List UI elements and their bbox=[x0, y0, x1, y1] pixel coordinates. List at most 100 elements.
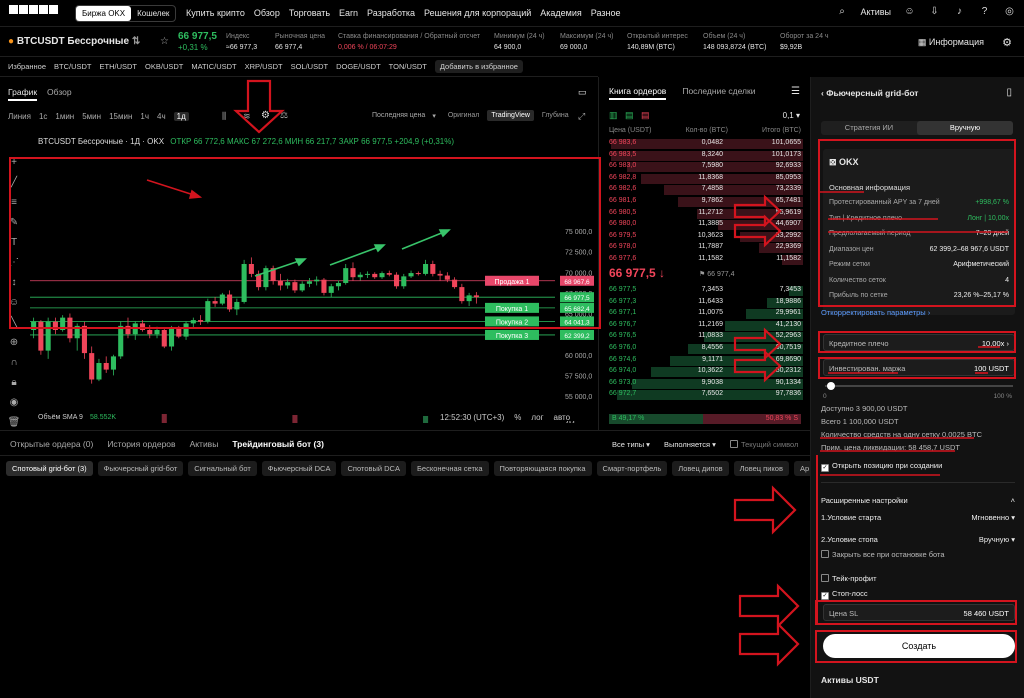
help-icon[interactable]: ? bbox=[978, 5, 991, 18]
bot-type-pill[interactable]: Фьючерсный DCA bbox=[261, 461, 337, 476]
nav-menu-item[interactable]: Разработка bbox=[367, 8, 415, 18]
scale-option[interactable]: % bbox=[514, 413, 521, 422]
bid-row[interactable]: 66 976,7 11,2169 41,2130 bbox=[599, 320, 811, 332]
exchange-wallet-switch[interactable]: Биржа OKX Кошелек bbox=[75, 5, 177, 22]
indicators-icon[interactable]: ≋ bbox=[243, 111, 251, 122]
bid-row[interactable]: 66 972,7 7,6502 97,7836 bbox=[599, 389, 811, 401]
ask-row[interactable]: 66 978,0 11,7887 22,9369 bbox=[599, 242, 811, 254]
tab-chart[interactable]: График bbox=[8, 87, 38, 101]
ask-row[interactable]: 66 980,0 11,3885 44,6907 bbox=[599, 219, 811, 231]
tab-open-orders[interactable]: Открытые ордера (0) bbox=[10, 439, 93, 449]
bot-type-pill[interactable]: Спотовый DCA bbox=[341, 461, 406, 476]
nav-menu-item[interactable]: Торговать bbox=[289, 8, 330, 18]
ask-row[interactable]: 66 982,8 11,8368 85,0953 bbox=[599, 173, 811, 185]
favorite-pair[interactable]: TON/USDT bbox=[389, 60, 435, 73]
nav-menu-item[interactable]: Разное bbox=[591, 8, 621, 18]
fullscreen-icon[interactable]: ▭ bbox=[578, 87, 587, 98]
tab-order-book[interactable]: Книга ордеров bbox=[609, 86, 667, 100]
close-all-checkbox[interactable]: Закрыть все при остановке бота bbox=[821, 550, 945, 559]
open-position-checkbox[interactable]: ✓ Открыть позицию при создании bbox=[821, 461, 942, 472]
chart-settings-icon[interactable]: ⚙ bbox=[261, 110, 270, 121]
timeframe-option[interactable]: 1д bbox=[173, 112, 189, 121]
view-asks-icon[interactable]: ▤ bbox=[641, 110, 650, 121]
bot-type-pill[interactable]: Спотовый grid-бот (3) bbox=[6, 461, 93, 476]
tab-assets[interactable]: Активы bbox=[190, 439, 219, 449]
bid-row[interactable]: 66 976,0 8,4556 60,7519 bbox=[599, 343, 811, 355]
add-favorite-button[interactable]: Добавить в избранное bbox=[434, 60, 523, 73]
favorite-pair[interactable]: OKB/USDT bbox=[145, 60, 191, 73]
advanced-settings-toggle[interactable]: Расширенные настройки ˄ bbox=[821, 496, 1015, 505]
search-icon[interactable]: ⌕ bbox=[836, 5, 849, 18]
ask-row[interactable]: 66 983,5 8,3240 101,0173 bbox=[599, 150, 811, 162]
instrument-selector[interactable]: ● BTCUSDT Бессрочные ⇅ bbox=[8, 36, 140, 47]
bid-row[interactable]: 66 977,3 11,6433 18,9886 bbox=[599, 297, 811, 309]
timeframe-option[interactable]: 1с bbox=[39, 112, 47, 121]
nav-menu-item[interactable]: Обзор bbox=[254, 8, 280, 18]
info-button[interactable]: ▦ Информация bbox=[918, 37, 984, 48]
ask-row[interactable]: 66 983,0 7,5980 92,6933 bbox=[599, 161, 811, 173]
take-profit-checkbox[interactable]: Тейк-профит bbox=[821, 574, 877, 583]
tab-recent-trades[interactable]: Последние сделки bbox=[682, 86, 755, 100]
assets-menu[interactable]: Активы bbox=[861, 7, 891, 17]
filter-all-types[interactable]: Все типы ▾ bbox=[612, 440, 650, 449]
timeframe-option[interactable]: 15мин bbox=[109, 112, 132, 121]
mode-ai-strategy[interactable]: Стратегия ИИ bbox=[821, 121, 917, 135]
view-bids-icon[interactable]: ▤ bbox=[625, 110, 634, 121]
guide-book-icon[interactable]: ▯ bbox=[1006, 87, 1012, 98]
scale-option[interactable]: авто bbox=[554, 413, 571, 422]
tab-overview[interactable]: Обзор bbox=[47, 87, 72, 101]
bot-type-pill[interactable]: Смарт-портфель bbox=[596, 461, 668, 476]
slider-knob[interactable] bbox=[826, 382, 835, 390]
nav-menu-item[interactable]: Решения для корпораций bbox=[424, 8, 531, 18]
wallet-tab[interactable]: Кошелек bbox=[131, 6, 175, 21]
timeframe-option[interactable]: 1мин bbox=[55, 112, 74, 121]
settings-sliders-icon[interactable]: ☰ bbox=[791, 86, 800, 97]
scale-icon[interactable]: ⚖ bbox=[280, 110, 288, 121]
tab-trading-bot[interactable]: Трейдинговый бот (3) bbox=[232, 439, 324, 449]
precision-select[interactable]: 0,1 ▾ bbox=[783, 111, 800, 120]
stop-loss-checkbox[interactable]: ✓ Стоп-лосс bbox=[821, 589, 868, 600]
bot-type-pill[interactable]: Ловец дипов bbox=[672, 461, 729, 476]
bot-type-pill[interactable]: Бесконечная сетка bbox=[410, 461, 489, 476]
expand-icon[interactable]: ⤢ bbox=[578, 111, 585, 122]
ask-row[interactable]: 66 977,6 11,1582 11,1582 bbox=[599, 254, 811, 266]
ask-row[interactable]: 66 982,6 7,4858 73,2339 bbox=[599, 184, 811, 196]
tab-order-history[interactable]: История ордеров bbox=[107, 439, 175, 449]
nav-menu-item[interactable]: Купить крипто bbox=[186, 8, 245, 18]
ask-row[interactable]: 66 980,5 11,2712 55,9619 bbox=[599, 208, 811, 220]
bot-panel-header[interactable]: ‹ Фьючерсный grid-бот bbox=[821, 88, 918, 98]
favorite-pair[interactable]: ETH/USDT bbox=[100, 60, 146, 73]
bid-row[interactable]: 66 974,0 10,3622 80,2312 bbox=[599, 366, 811, 378]
favorite-pair[interactable]: MATIC/USDT bbox=[191, 60, 244, 73]
favorite-pair[interactable]: BTC/USDT bbox=[54, 60, 100, 73]
ask-row[interactable]: 66 981,6 9,7862 65,7481 bbox=[599, 196, 811, 208]
favorite-pair[interactable]: SOL/USDT bbox=[291, 60, 337, 73]
bot-type-pill[interactable]: Ловец пиков bbox=[733, 461, 789, 476]
timeframe-option[interactable]: 1ч bbox=[140, 112, 149, 121]
ask-row[interactable]: 66 979,5 10,3623 33,2992 bbox=[599, 231, 811, 243]
adjust-params-link[interactable]: Откорректировать параметры › bbox=[821, 308, 930, 317]
bid-row[interactable]: 66 977,1 11,0075 29,9961 bbox=[599, 308, 811, 320]
user-icon[interactable]: ☺ bbox=[903, 5, 916, 18]
filter-running[interactable]: Выполняется ▾ bbox=[664, 440, 716, 449]
view-option[interactable]: Оригинал bbox=[444, 110, 484, 121]
scale-option[interactable]: лог bbox=[531, 413, 543, 422]
view-option[interactable]: Глубина bbox=[538, 110, 573, 121]
globe-icon[interactable]: ◎ bbox=[1003, 5, 1016, 18]
bid-row[interactable]: 66 974,6 9,1171 69,8690 bbox=[599, 355, 811, 367]
nav-menu-item[interactable]: Академия bbox=[540, 8, 582, 18]
view-option[interactable]: TradingView bbox=[487, 110, 534, 121]
bid-row[interactable]: 66 976,5 11,0833 52,2963 bbox=[599, 331, 811, 343]
bot-type-pill[interactable]: Повторяющаяся покупка bbox=[493, 461, 592, 476]
exchange-tab[interactable]: Биржа OKX bbox=[76, 6, 132, 21]
filter-current-symbol[interactable]: Текущий символ bbox=[729, 440, 798, 449]
nav-menu-item[interactable]: Earn bbox=[339, 8, 358, 18]
bid-row[interactable]: 66 977,5 7,3453 7,3453 bbox=[599, 285, 811, 297]
timeframe-option[interactable]: 5мин bbox=[82, 112, 101, 121]
ask-row[interactable]: 66 983,6 0,0482 101,0655 bbox=[599, 138, 811, 150]
view-both-icon[interactable]: ▥ bbox=[609, 110, 618, 121]
start-condition-row[interactable]: 1.Условие старта Мгновенно ▾ bbox=[821, 513, 1015, 522]
favorite-pair[interactable]: DOGE/USDT bbox=[336, 60, 389, 73]
download-icon[interactable]: ⇩ bbox=[928, 5, 941, 18]
stop-condition-row[interactable]: 2.Условие стопа Вручную ▾ bbox=[821, 535, 1015, 544]
